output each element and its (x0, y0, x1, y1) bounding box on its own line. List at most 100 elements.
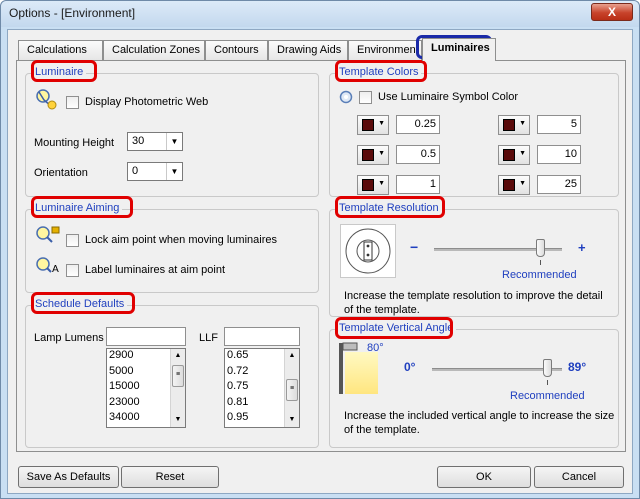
template-vertical-angle-label: Template Vertical Angle (336, 321, 457, 335)
orientation-label: Orientation (34, 167, 88, 179)
contour-value-input[interactable]: 0.25 (396, 115, 440, 134)
color-swatch-button[interactable]: ▼ (357, 115, 389, 135)
orientation-combo[interactable]: 0 ▼ (127, 162, 183, 181)
chevron-down-icon: ▼ (519, 180, 526, 187)
color-swatch-button[interactable]: ▼ (498, 175, 530, 195)
luminaire-group-label: Luminaire (32, 65, 87, 79)
schedule-defaults-label: Schedule Defaults (32, 297, 128, 311)
color-swatch (362, 179, 374, 191)
tab-calculation-zones[interactable]: Calculation Zones (103, 40, 205, 60)
save-as-defaults-button[interactable]: Save As Defaults (18, 466, 119, 488)
luminaires-panel: Luminaire Display Photometric Web Mounti… (16, 60, 626, 452)
scroll-thumb[interactable]: ≡ (286, 379, 298, 401)
contour-value-input[interactable]: 25 (537, 175, 581, 194)
svg-text:A: A (52, 264, 59, 275)
contour-value-input[interactable]: 10 (537, 145, 581, 164)
tab-contours[interactable]: Contours (205, 40, 268, 60)
chevron-down-icon: ▼ (378, 180, 385, 187)
color-swatch-button[interactable]: ▼ (498, 145, 530, 165)
tab-luminaires[interactable]: Luminaires (422, 38, 496, 61)
mounting-height-value: 30 (132, 135, 145, 147)
lamp-lumens-label: Lamp Lumens (34, 332, 104, 344)
photometric-web-icon (36, 89, 57, 110)
chevron-down-icon: ▼ (378, 120, 385, 127)
template-colors-group: Template Colors Use Luminaire Symbol Col… (329, 65, 619, 197)
chevron-down-icon[interactable]: ▼ (166, 133, 182, 150)
label-aim-label: Label luminaires at aim point (85, 264, 226, 276)
chevron-down-icon[interactable]: ▼ (166, 163, 182, 180)
luminaire-aiming-group: Luminaire Aiming Lock aim point when mov… (25, 201, 319, 293)
display-photometric-web-label: Display Photometric Web (85, 96, 209, 108)
label-aim-checkbox[interactable] (66, 264, 79, 277)
cancel-button[interactable]: Cancel (534, 466, 624, 488)
dialog-body: Calculations Calculation Zones Contours … (7, 29, 633, 494)
ok-button[interactable]: OK (437, 466, 531, 488)
tab-environment[interactable]: Environment (348, 40, 422, 60)
color-swatch (503, 179, 515, 191)
options-window: Options - [Environment] X Calculations C… (0, 0, 640, 499)
title-bar: Options - [Environment] X (1, 1, 639, 27)
llf-input[interactable] (224, 327, 300, 346)
resolution-slider-thumb[interactable] (536, 239, 545, 257)
lamp-lumens-input[interactable] (106, 327, 186, 346)
tab-calculations[interactable]: Calculations (18, 40, 103, 60)
luminaire-group: Luminaire Display Photometric Web Mounti… (25, 65, 319, 197)
decrease-resolution-button[interactable]: − (410, 239, 418, 255)
llf-list[interactable]: 0.65 0.72 0.75 0.81 0.95 ▲ ≡ ▼ (224, 348, 300, 428)
lock-aim-checkbox[interactable] (66, 234, 79, 247)
color-swatch-button[interactable]: ▼ (357, 175, 389, 195)
color-swatch (362, 149, 374, 161)
mounting-height-combo[interactable]: 30 ▼ (127, 132, 183, 151)
scroll-thumb[interactable]: ≡ (172, 365, 184, 387)
tab-drawing-aids[interactable]: Drawing Aids (268, 40, 348, 60)
vertical-angle-preview-value: 80° (367, 342, 384, 354)
template-vertical-angle-group: Template Vertical Angle 80° 0° 89° Recom… (329, 321, 619, 448)
mounting-height-label: Mounting Height (34, 137, 115, 149)
vertical-angle-recommended-label: Recommended (510, 390, 585, 402)
recommended-tick (540, 260, 541, 265)
vertical-angle-slider-thumb[interactable] (543, 359, 552, 377)
lock-aim-icon (36, 226, 60, 243)
use-symbol-color-checkbox[interactable] (359, 91, 372, 104)
orientation-value: 0 (132, 165, 139, 177)
vertical-angle-min-label: 0° (404, 360, 416, 374)
use-symbol-color-label: Use Luminaire Symbol Color (378, 91, 518, 103)
scroll-down-icon[interactable]: ▼ (171, 413, 185, 427)
lock-aim-label: Lock aim point when moving luminaires (85, 234, 277, 246)
scroll-down-icon[interactable]: ▼ (285, 413, 299, 427)
chevron-down-icon: ▼ (519, 150, 526, 157)
template-resolution-group: Template Resolution − + Recommended Incr… (329, 201, 619, 317)
color-wheel-icon (339, 90, 353, 104)
color-swatch (503, 149, 515, 161)
chevron-down-icon: ▼ (519, 120, 526, 127)
resolution-recommended-label: Recommended (502, 269, 577, 281)
vertical-angle-description: Increase the included vertical angle to … (344, 410, 615, 436)
window-title: Options - [Environment] (9, 6, 136, 20)
vertical-angle-max-label: 89° (568, 360, 587, 374)
display-photometric-web-checkbox[interactable] (66, 96, 79, 109)
color-swatch (503, 119, 515, 131)
recommended-tick (547, 380, 548, 385)
scroll-up-icon[interactable]: ▲ (171, 349, 185, 363)
label-aim-icon: A (36, 257, 59, 275)
llf-scrollbar[interactable]: ▲ ≡ ▼ (284, 349, 299, 427)
contour-value-input[interactable]: 0.5 (396, 145, 440, 164)
reset-button[interactable]: Reset (121, 466, 219, 488)
contour-value-input[interactable]: 1 (396, 175, 440, 194)
lumens-scrollbar[interactable]: ▲ ≡ ▼ (170, 349, 185, 427)
color-swatch-button[interactable]: ▼ (357, 145, 389, 165)
increase-resolution-button[interactable]: + (578, 240, 586, 255)
resolution-preview-icon (340, 224, 396, 278)
template-resolution-label: Template Resolution (336, 201, 442, 215)
lamp-lumens-list[interactable]: 2900 5000 15000 23000 34000 ▲ ≡ ▼ (106, 348, 186, 428)
close-button[interactable]: X (591, 3, 633, 21)
contour-value-input[interactable]: 5 (537, 115, 581, 134)
chevron-down-icon: ▼ (378, 150, 385, 157)
template-colors-label: Template Colors (336, 65, 422, 79)
scroll-up-icon[interactable]: ▲ (285, 349, 299, 363)
llf-label: LLF (199, 332, 218, 344)
schedule-defaults-group: Schedule Defaults Lamp Lumens LLF 2900 5… (25, 297, 319, 448)
luminaire-aiming-label: Luminaire Aiming (32, 201, 123, 215)
color-swatch-button[interactable]: ▼ (498, 115, 530, 135)
color-swatch (362, 119, 374, 131)
